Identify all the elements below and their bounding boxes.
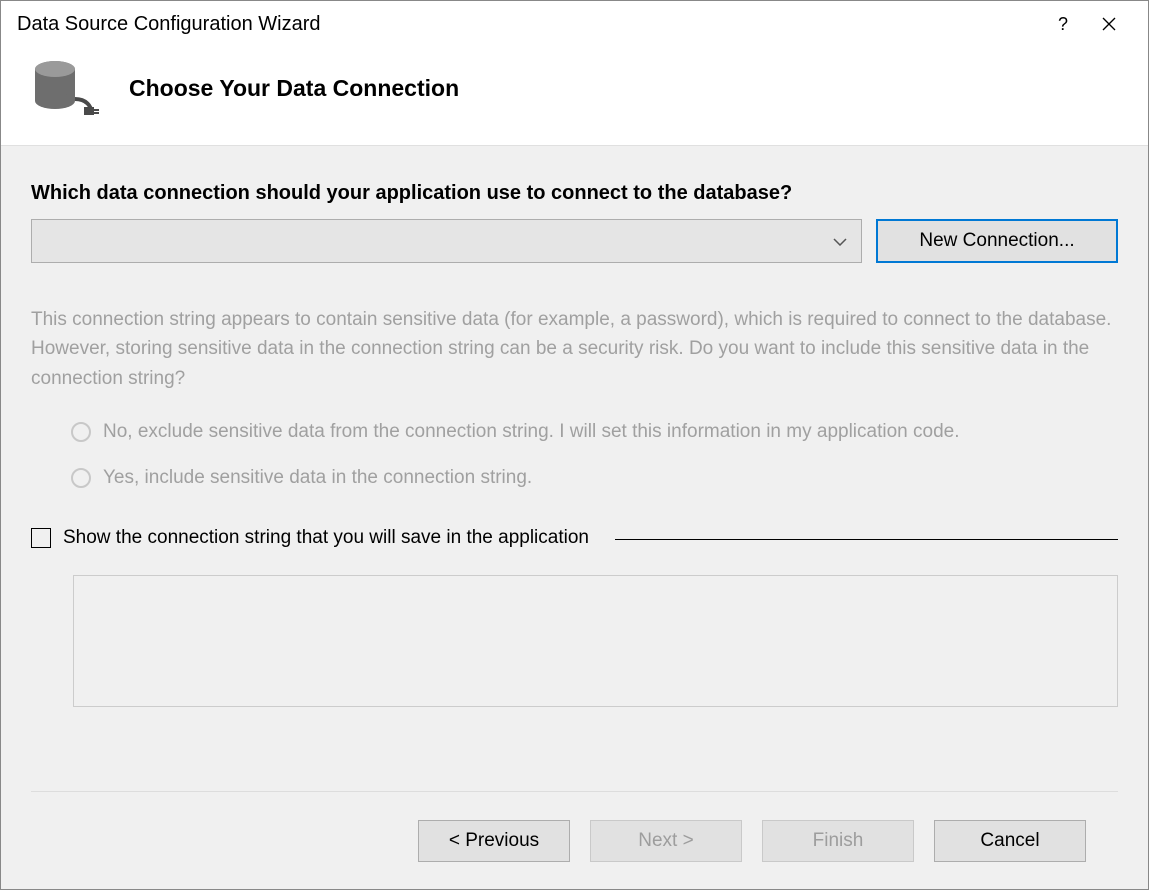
radio-include-label: Yes, include sensitive data in the conne…	[103, 467, 532, 489]
help-button[interactable]: ?	[1040, 1, 1086, 47]
finish-button: Finish	[762, 820, 914, 862]
expander-label: Show the connection string that you will…	[63, 527, 589, 549]
show-connection-string-expander[interactable]: Show the connection string that you will…	[31, 527, 1118, 549]
expander-divider	[615, 539, 1118, 540]
window-title: Data Source Configuration Wizard	[17, 13, 1040, 36]
wizard-footer: < Previous Next > Finish Cancel	[31, 791, 1118, 889]
radio-icon	[71, 468, 91, 488]
expander-box-icon	[31, 528, 51, 548]
cancel-button[interactable]: Cancel	[934, 820, 1086, 862]
radio-exclude-label: No, exclude sensitive data from the conn…	[103, 421, 959, 443]
connection-string-textbox	[73, 575, 1118, 707]
previous-button[interactable]: < Previous	[418, 820, 570, 862]
radio-icon	[71, 422, 91, 442]
wizard-header: Choose Your Data Connection	[1, 47, 1148, 145]
wizard-heading: Choose Your Data Connection	[129, 75, 459, 102]
close-icon	[1102, 17, 1116, 31]
finish-label: Finish	[813, 830, 864, 852]
radio-exclude-sensitive: No, exclude sensitive data from the conn…	[71, 421, 1118, 443]
chevron-down-icon	[833, 233, 847, 249]
database-icon	[25, 59, 111, 117]
connection-row: New Connection...	[31, 219, 1118, 263]
question-label: Which data connection should your applic…	[31, 182, 1118, 205]
new-connection-label: New Connection...	[919, 230, 1074, 252]
wizard-content: Which data connection should your applic…	[1, 145, 1148, 889]
previous-label: < Previous	[449, 830, 539, 852]
titlebar: Data Source Configuration Wizard ?	[1, 1, 1148, 47]
close-button[interactable]	[1086, 1, 1132, 47]
sensitive-data-explanation: This connection string appears to contai…	[31, 305, 1118, 393]
radio-include-sensitive: Yes, include sensitive data in the conne…	[71, 467, 1118, 489]
next-button: Next >	[590, 820, 742, 862]
next-label: Next >	[638, 830, 693, 852]
connection-dropdown[interactable]	[31, 219, 862, 263]
wizard-window: Data Source Configuration Wizard ? Choos…	[0, 0, 1149, 890]
cancel-label: Cancel	[980, 830, 1039, 852]
new-connection-button[interactable]: New Connection...	[876, 219, 1118, 263]
sensitive-data-radios: No, exclude sensitive data from the conn…	[31, 421, 1118, 513]
